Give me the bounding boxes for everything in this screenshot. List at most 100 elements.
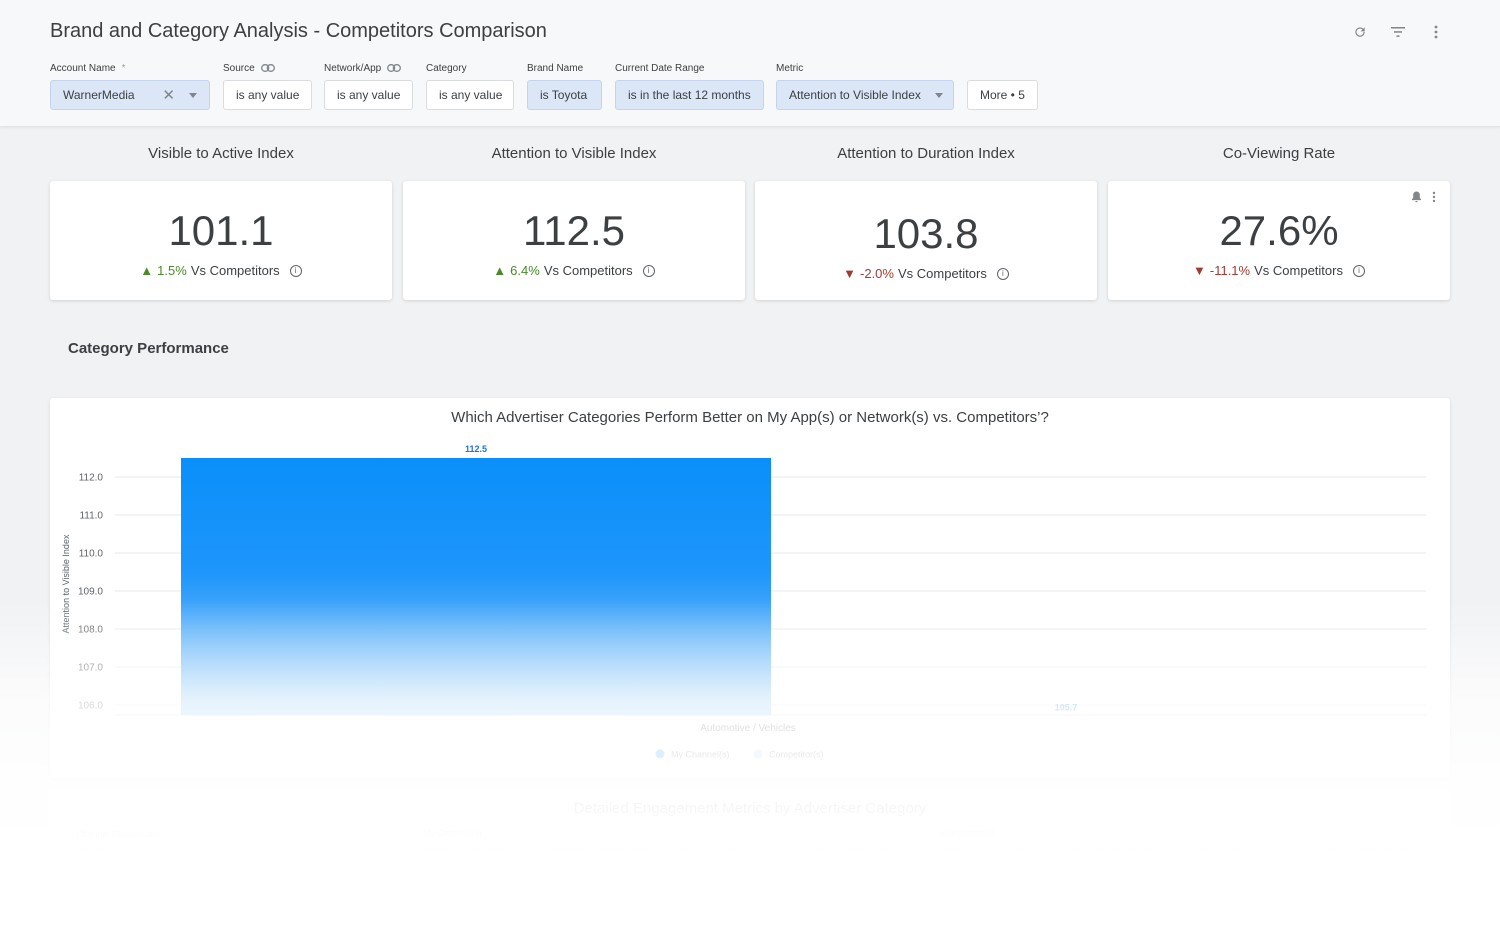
- kpi-comparison: ▲ 6.4% Vs Competitors i: [403, 263, 745, 278]
- kpi-value: 103.8: [873, 210, 979, 257]
- kpi-card-attention-to-visible: 112.5 ▲ 6.4% Vs Competitors i: [403, 181, 745, 300]
- filter-more: More • 5: [967, 62, 1038, 110]
- filter-label: Current Date Range: [615, 62, 705, 74]
- chevron-down-icon[interactable]: [934, 92, 943, 98]
- more-vert-icon[interactable]: [1426, 22, 1446, 42]
- column-header[interactable]: Share of Impressions: [1328, 846, 1413, 856]
- legend-label: Competitor(s): [769, 750, 824, 760]
- filter-value: is Toyota: [540, 88, 588, 102]
- kpi-card-co-viewing: 27.6% ▼ -11.1% Vs Competitors i: [1108, 181, 1450, 300]
- column-header[interactable]: Co-Viewing %: [1198, 846, 1254, 856]
- kpi-value: 112.5: [523, 207, 625, 254]
- bell-icon[interactable]: [1411, 191, 1422, 203]
- brand-name-select[interactable]: is Toyota: [527, 80, 602, 110]
- kpi-comparison: ▼ -11.1% Vs Competitors i: [1108, 263, 1450, 278]
- info-icon[interactable]: i: [642, 264, 655, 277]
- more-filters-button[interactable]: More • 5: [967, 80, 1038, 110]
- y-tick-label: 109.0: [78, 587, 103, 598]
- info-icon[interactable]: i: [1352, 264, 1365, 277]
- data-label: 112.5: [465, 444, 487, 454]
- kpi-title: Visible to Active Index: [148, 145, 294, 162]
- network-app-select[interactable]: is any value: [324, 80, 413, 110]
- more-vert-icon[interactable]: [1432, 191, 1436, 203]
- arrow-up-icon: ▲: [140, 263, 154, 278]
- arrow-up-icon: ▲: [493, 263, 507, 278]
- bar-chart: 106.0 107.0 108.0 109.0 110.0 111.0 112.0 Atten…: [61, 444, 1426, 760]
- filter-label: Brand Name: [527, 62, 584, 74]
- page-title: Brand and Category Analysis - Competitor…: [50, 20, 547, 42]
- column-header[interactable]: Co-Viewing %: [681, 846, 737, 856]
- more-filters-label: More • 5: [980, 88, 1025, 102]
- kpi-title: Co-Viewing Rate: [1222, 145, 1336, 162]
- filter-network-app: Network/App is any value: [324, 62, 413, 110]
- filter-icon[interactable]: [1388, 22, 1408, 42]
- filter-value: is in the last 12 months: [628, 88, 751, 102]
- column-group-header: My Channel(s): [423, 828, 482, 838]
- category-select[interactable]: is any value: [426, 80, 514, 110]
- source-select[interactable]: is any value: [223, 80, 312, 110]
- kpi-comparison: ▼ -2.0% Vs Competitors i: [755, 266, 1097, 281]
- kpi-delta: -2.0%: [860, 266, 894, 281]
- filter-value: Attention to Visible Index: [789, 88, 921, 102]
- required-marker: *: [121, 62, 126, 74]
- kpi-delta-suffix: Vs Competitors: [543, 263, 633, 278]
- filter-date-range: Current Date Range is in the last 12 mon…: [615, 62, 764, 110]
- kpi-delta-suffix: Vs Competitors: [897, 266, 987, 281]
- kpi-title: Attention to Duration Index: [837, 145, 1015, 162]
- kpi-title: Attention to Visible Index: [491, 145, 657, 162]
- y-axis-label: Attention to Visible Index: [61, 534, 71, 633]
- column-header[interactable]: Share of Impressions: [811, 846, 896, 856]
- column-group-header: Competitor(s): [940, 828, 995, 838]
- filter-value: is any value: [439, 88, 503, 102]
- arrow-down-icon: ▼: [843, 266, 857, 281]
- section-title: Category Performance: [68, 340, 229, 357]
- table-title: Detailed Engagement Metrics by Advertise…: [573, 800, 927, 817]
- kpi-delta-suffix: Vs Competitors: [190, 263, 280, 278]
- y-tick-label: 111.0: [79, 511, 103, 522]
- engagement-metrics-table: Detailed Engagement Metrics by Advertise…: [50, 788, 1450, 938]
- chevron-down-icon[interactable]: [189, 92, 197, 98]
- kpi-delta: -11.1%: [1209, 263, 1251, 278]
- column-header[interactable]: Industry: [76, 846, 108, 856]
- kpi-card-visible-to-active: 101.1 ▲ 1.5% Vs Competitors i: [50, 181, 392, 300]
- y-tick-label: 112.0: [79, 473, 104, 484]
- collapse-chevron-icon[interactable]: ‹: [400, 827, 403, 837]
- legend-swatch: [655, 749, 665, 759]
- info-icon[interactable]: i: [289, 264, 302, 277]
- kpi-delta: 6.4%: [510, 263, 540, 278]
- metric-select[interactable]: Attention to Visible Index: [776, 80, 954, 110]
- filter-value: is any value: [236, 88, 300, 102]
- header-actions: [1350, 22, 1446, 42]
- account-name-select[interactable]: WarnerMedia ✕: [50, 80, 210, 110]
- y-tick-label: 106.0: [78, 701, 103, 712]
- column-header[interactable]: Attention to Visible Index: [1069, 846, 1168, 856]
- column-header[interactable]: Visible to Active Index: [940, 846, 1027, 856]
- dashboard-header: Brand and Category Analysis - Competitor…: [0, 0, 1500, 127]
- refresh-icon[interactable]: [1350, 22, 1370, 42]
- filter-label: Account Name: [50, 62, 116, 74]
- y-tick-label: 107.0: [78, 663, 103, 674]
- filter-category: Category is any value: [426, 62, 514, 110]
- filter-metric: Metric Attention to Visible Index: [776, 62, 954, 110]
- category-performance-chart: Which Advertiser Categories Perform Bett…: [50, 398, 1450, 778]
- x-tick-label: Automotive / Vehicles: [700, 723, 796, 734]
- link-icon: [387, 64, 402, 72]
- filter-brand-name: Brand Name is Toyota: [527, 62, 602, 110]
- filter-value: is any value: [337, 88, 401, 102]
- filter-source: Source is any value: [223, 62, 312, 110]
- column-header[interactable]: Visible to Active Index: [423, 846, 510, 856]
- info-icon[interactable]: i: [996, 267, 1009, 280]
- clear-icon[interactable]: ✕: [162, 86, 175, 104]
- column-header[interactable]: Channel Classification: [76, 829, 165, 839]
- legend-label: My Channel(s): [671, 750, 730, 760]
- column-header[interactable]: Attention to Visible Index: [552, 846, 651, 856]
- filter-label: Source: [223, 62, 255, 74]
- kpi-card-attention-to-duration: 103.8 ▼ -2.0% Vs Competitors i: [755, 181, 1097, 300]
- y-tick-label: 110.0: [79, 549, 104, 560]
- y-tick-label: 108.0: [78, 625, 103, 636]
- kpi-delta-suffix: Vs Competitors: [1254, 263, 1343, 278]
- table-row-label[interactable]: Automotive / Vehicles: [76, 864, 162, 874]
- filter-label: Metric: [776, 62, 804, 74]
- filter-label: Network/App: [324, 62, 382, 74]
- date-range-select[interactable]: is in the last 12 months: [615, 80, 764, 110]
